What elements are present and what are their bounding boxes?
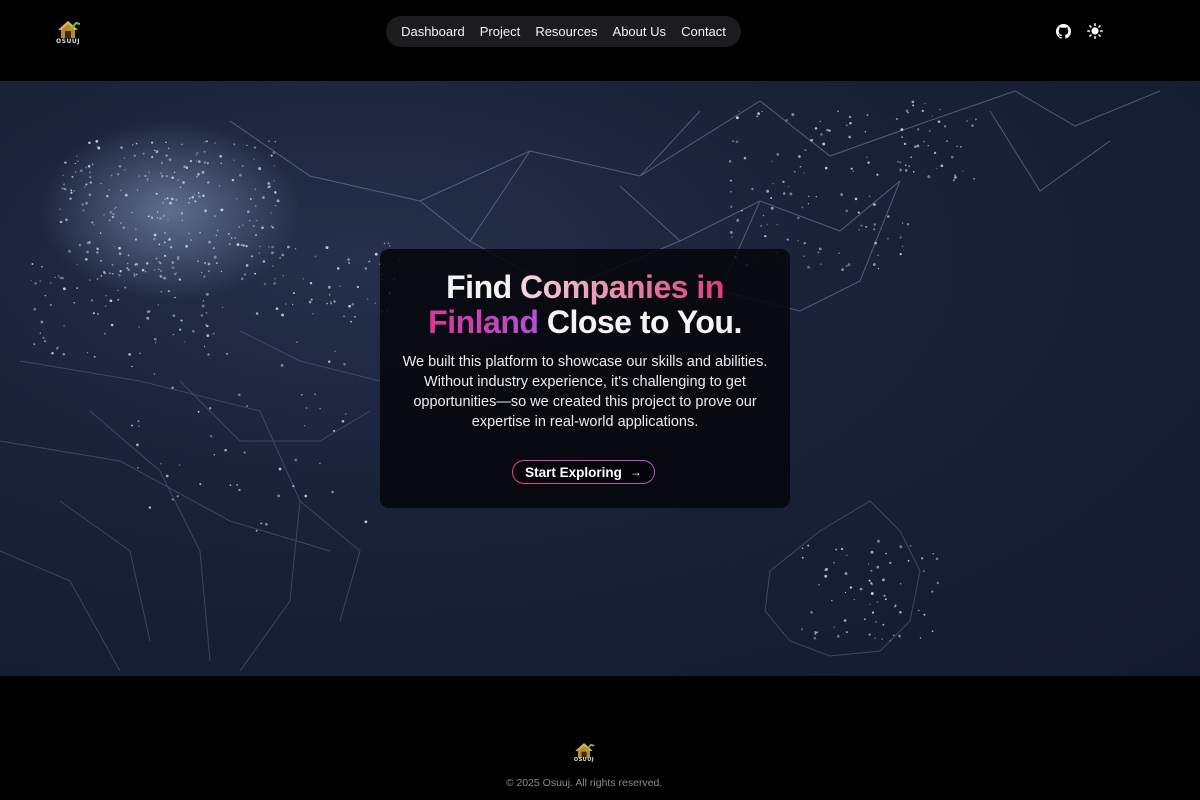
- headline-part-4: Close to You.: [538, 304, 743, 340]
- arrow-right-icon: →: [629, 465, 642, 479]
- nav-item-project[interactable]: Project: [480, 24, 520, 39]
- headline-part-3: Finland: [428, 304, 539, 340]
- footer-wordmark: OSUUJ: [573, 757, 595, 763]
- start-exploring-button[interactable]: Start Exploring →: [512, 460, 655, 484]
- hero-section: Find Companies in Finland Close to You. …: [0, 81, 1200, 676]
- footer-copyright: © 2025 Osuuj. All rights reserved.: [505, 777, 663, 789]
- nav-item-resources[interactable]: Resources: [535, 24, 597, 39]
- hero-card: Find Companies in Finland Close to You. …: [380, 249, 790, 508]
- page: OSUUJ Dashboard Project Resources About …: [0, 0, 1200, 800]
- logo-house-icon: [58, 21, 81, 38]
- brand-logo[interactable]: OSUUJ: [54, 18, 82, 46]
- footer-logo[interactable]: OSUUJ: [572, 740, 596, 764]
- main-nav: Dashboard Project Resources About Us Con…: [386, 16, 741, 47]
- top-header: OSUUJ Dashboard Project Resources About …: [0, 0, 1200, 81]
- nav-item-contact[interactable]: Contact: [681, 24, 726, 39]
- cta-label: Start Exploring: [525, 464, 622, 480]
- nav-item-about-us[interactable]: About Us: [613, 24, 666, 39]
- headline-part-1: Find: [446, 269, 521, 305]
- github-icon[interactable]: [1055, 23, 1071, 39]
- headline-part-2: Companies in: [520, 269, 724, 305]
- nav-item-dashboard[interactable]: Dashboard: [401, 24, 465, 39]
- sun-icon[interactable]: [1087, 23, 1103, 39]
- brand-wordmark: OSUUJ: [56, 38, 80, 45]
- hero-headline: Find Companies in Finland Close to You.: [380, 270, 790, 340]
- hero-description: We built this platform to showcase our s…: [402, 354, 768, 430]
